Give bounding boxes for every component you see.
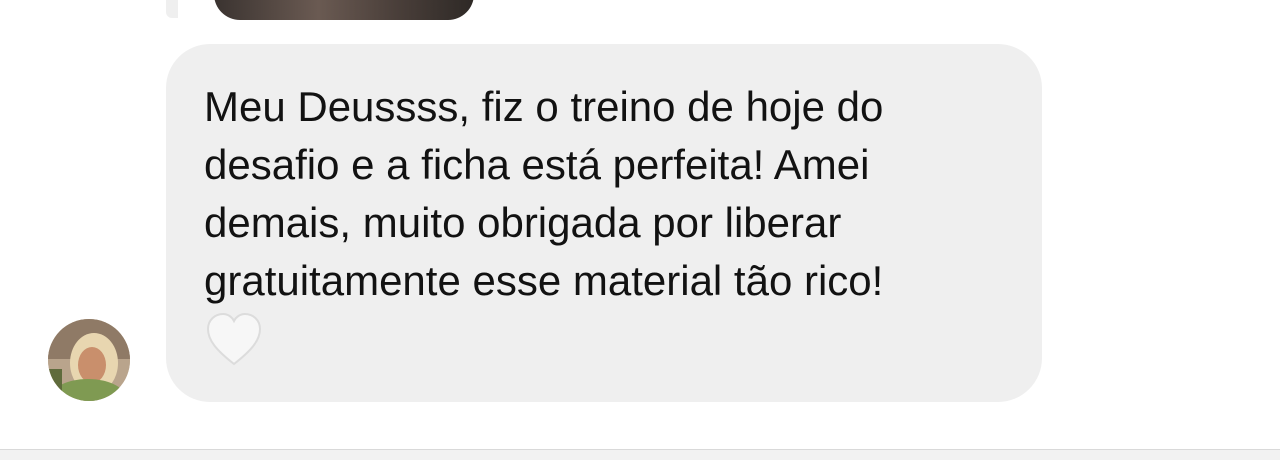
sender-avatar[interactable] (48, 319, 130, 401)
message-text: Meu Deussss, fiz o treino de hoje do des… (204, 83, 884, 304)
previous-message-bubble-edge[interactable] (166, 0, 178, 18)
bottom-divider (0, 449, 1280, 460)
message-bubble[interactable]: Meu Deussss, fiz o treino de hoje do des… (166, 44, 1042, 402)
profile-photo-icon (48, 319, 130, 401)
previous-media-thumbnail[interactable] (214, 0, 474, 20)
chat-screen: Meu Deussss, fiz o treino de hoje do des… (0, 0, 1280, 460)
white-heart-icon[interactable] (204, 310, 264, 368)
